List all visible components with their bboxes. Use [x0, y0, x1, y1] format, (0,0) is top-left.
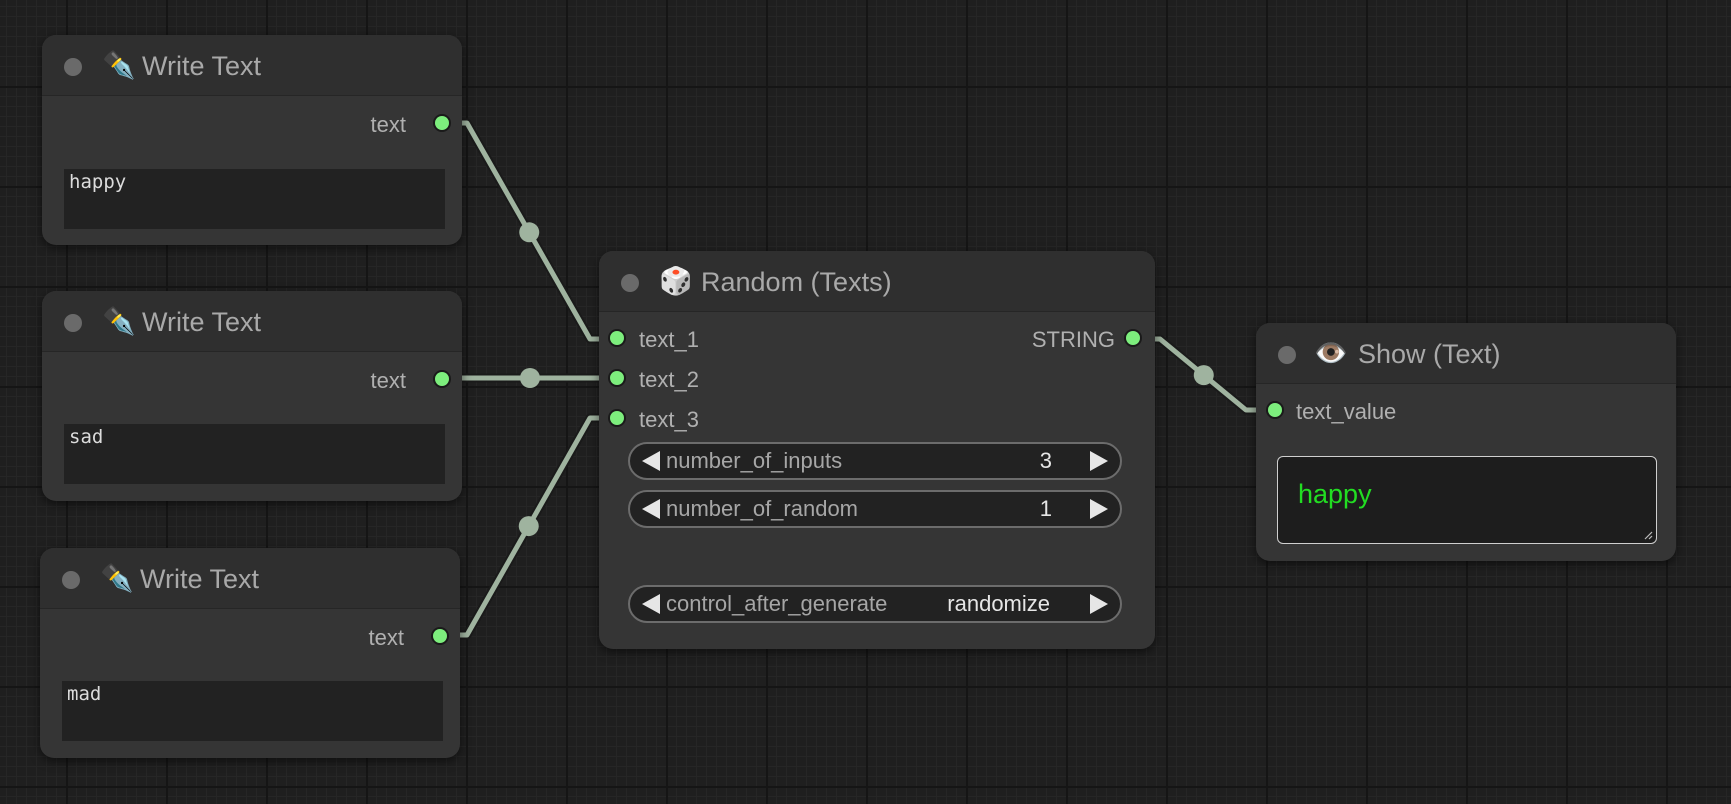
pen-icon: ✒️: [102, 50, 136, 80]
collapse-toggle[interactable]: [62, 571, 80, 589]
write-text-node-2[interactable]: ✒️ Write Text text sad: [42, 291, 462, 501]
number-of-inputs-widget[interactable]: number_of_inputs 3: [628, 442, 1122, 480]
eye-icon: 👁️: [1314, 338, 1348, 368]
write-text-node-1[interactable]: ✒️ Write Text text happy: [42, 35, 462, 245]
collapse-toggle[interactable]: [1278, 346, 1296, 364]
increment-arrow-icon[interactable]: [1090, 451, 1108, 471]
widget-name: number_of_random: [666, 496, 859, 521]
node-title: Show (Text): [1358, 339, 1501, 369]
text-input[interactable]: happy: [64, 169, 445, 229]
resize-grip-icon[interactable]: [1643, 530, 1653, 540]
control-after-generate-widget[interactable]: control_after_generate randomize: [628, 585, 1122, 623]
node-title: Write Text: [142, 51, 262, 81]
number-of-random-widget[interactable]: number_of_random 1: [628, 490, 1122, 528]
input-label-text-3: text_3: [639, 407, 699, 432]
dice-icon: 🎲: [659, 266, 693, 296]
input-slot-text-3[interactable]: [610, 411, 624, 425]
collapse-toggle[interactable]: [64, 58, 82, 76]
text-input[interactable]: mad: [62, 681, 443, 741]
output-label: STRING: [1031, 327, 1115, 352]
widget-name: control_after_generate: [666, 591, 888, 616]
node-title: Random (Texts): [701, 267, 892, 297]
show-text-box[interactable]: happy: [1277, 456, 1657, 544]
input-slot[interactable]: [1268, 403, 1282, 417]
pen-icon: ✒️: [102, 306, 136, 336]
next-arrow-icon[interactable]: [1090, 594, 1108, 614]
collapse-toggle[interactable]: [64, 314, 82, 332]
input-slot-text-2[interactable]: [610, 371, 624, 385]
widget-value: 1: [1039, 496, 1052, 521]
widget-value: randomize: [947, 591, 1050, 616]
widget-name: number_of_inputs: [666, 448, 843, 473]
input-label-text-2: text_2: [639, 367, 699, 392]
output-slot[interactable]: [435, 116, 449, 130]
pen-icon: ✒️: [100, 563, 134, 593]
show-text-node[interactable]: 👁️ Show (Text) text_value happy: [1256, 323, 1676, 561]
output-label: text: [368, 625, 404, 650]
node-title: Write Text: [142, 307, 262, 337]
output-slot[interactable]: [435, 372, 449, 386]
output-label: text: [370, 368, 406, 393]
collapse-toggle[interactable]: [621, 274, 639, 292]
node-header[interactable]: ✒️ Write Text: [42, 35, 462, 96]
node-title: Write Text: [140, 564, 260, 594]
input-label: text_value: [1296, 399, 1397, 424]
decrement-arrow-icon[interactable]: [642, 499, 660, 519]
output-label: text: [370, 112, 406, 137]
write-text-node-3[interactable]: ✒️ Write Text text mad: [40, 548, 460, 758]
shown-text: happy: [1298, 479, 1372, 509]
increment-arrow-icon[interactable]: [1090, 499, 1108, 519]
widget-value: 3: [1039, 448, 1052, 473]
input-slot-text-1[interactable]: [610, 331, 624, 345]
output-slot[interactable]: [1126, 331, 1140, 345]
node-header[interactable]: 🎲 Random (Texts): [599, 251, 1155, 312]
decrement-arrow-icon[interactable]: [642, 451, 660, 471]
input-label-text-1: text_1: [639, 327, 699, 352]
output-slot[interactable]: [433, 629, 447, 643]
random-texts-node[interactable]: 🎲 Random (Texts) text_1 text_2 text_3 ST…: [599, 251, 1155, 649]
text-input[interactable]: sad: [64, 424, 445, 484]
node-header[interactable]: 👁️ Show (Text): [1256, 323, 1676, 384]
node-header[interactable]: ✒️ Write Text: [40, 548, 460, 609]
previous-arrow-icon[interactable]: [642, 594, 660, 614]
node-header[interactable]: ✒️ Write Text: [42, 291, 462, 352]
